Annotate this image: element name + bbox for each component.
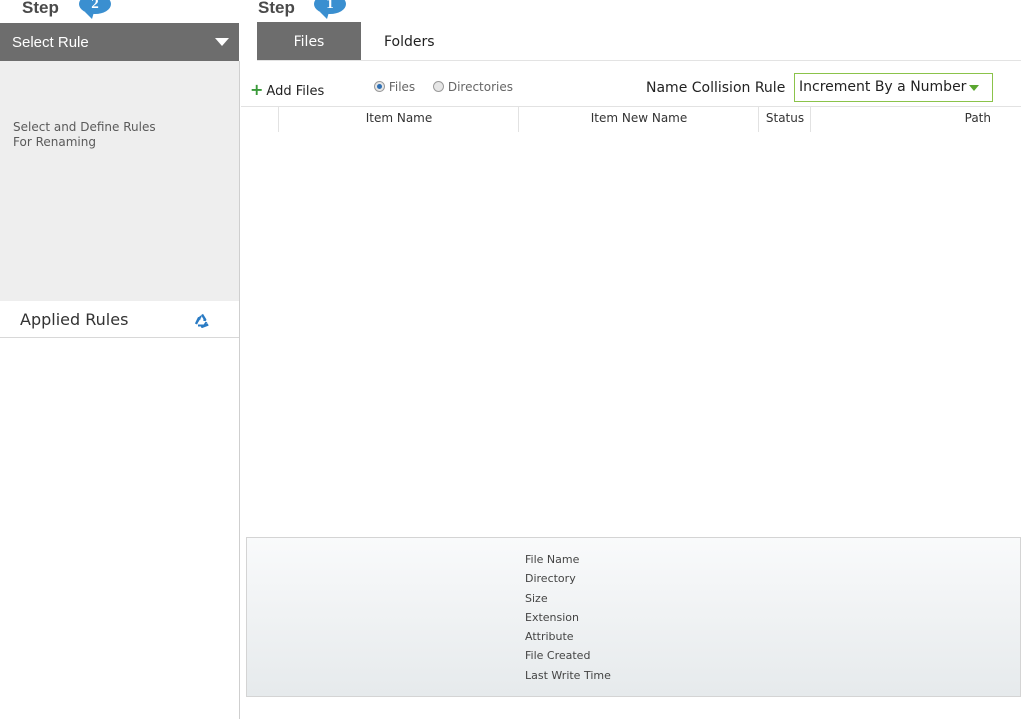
column-item-new-name[interactable]: Item New Name <box>518 107 759 132</box>
detail-size: Size <box>525 591 548 605</box>
radio-directories-label: Directories <box>447 80 514 94</box>
select-rule-dropdown[interactable]: Select Rule <box>0 23 239 61</box>
tab-files[interactable]: Files <box>257 22 361 60</box>
chevron-down-icon <box>969 85 979 91</box>
radio-directories-indicator[interactable] <box>433 81 444 92</box>
rule-description: Select and Define Rules For Renaming <box>13 120 213 150</box>
detail-attribute: Attribute <box>525 630 574 644</box>
applied-rules-label: Applied Rules <box>20 310 129 329</box>
radio-directories[interactable]: Directories <box>433 80 513 94</box>
step-1-label: Step <box>258 0 295 17</box>
name-collision-value: Increment By a Number <box>799 79 967 95</box>
add-files-button[interactable]: + Add Files <box>250 80 324 99</box>
rule-description-line2: For Renaming <box>13 135 96 149</box>
tabs-divider <box>257 60 1021 61</box>
radio-files-label: Files <box>388 80 416 94</box>
step-2-badge: 2 <box>79 0 111 19</box>
recycle-icon[interactable] <box>194 313 210 329</box>
chevron-down-icon <box>215 38 229 46</box>
plus-icon: + <box>250 80 264 99</box>
step-2-label: Step <box>22 0 59 17</box>
step-1-badge: 1 <box>314 0 346 19</box>
name-collision-dropdown[interactable]: Increment By a Number <box>794 73 993 102</box>
column-status[interactable]: Status <box>758 107 811 132</box>
select-rule-value: Select Rule <box>12 34 89 51</box>
radio-files[interactable]: Files <box>374 80 415 94</box>
detail-last-write-time: Last Write Time <box>525 668 611 682</box>
detail-extension: Extension <box>525 610 580 624</box>
file-details-panel <box>246 537 1021 697</box>
add-files-label: Add Files <box>266 84 325 99</box>
detail-file-created: File Created <box>525 649 591 663</box>
rule-description-line1: Select and Define Rules <box>13 120 156 134</box>
grid-header-indicator <box>241 107 278 132</box>
detail-file-name: File Name <box>525 553 580 566</box>
column-path[interactable]: Path <box>810 107 991 132</box>
name-collision-label: Name Collision Rule <box>646 80 786 96</box>
rule-definition-panel <box>0 61 239 301</box>
radio-files-indicator[interactable] <box>374 81 385 92</box>
detail-directory: Directory <box>525 572 576 586</box>
grid-header: Item Name Item New Name Status Path <box>241 106 1021 133</box>
column-item-name[interactable]: Item Name <box>278 107 519 132</box>
file-grid-body[interactable] <box>241 132 1021 537</box>
column-divider <box>239 61 240 719</box>
file-details-list: File Name Directory Size Extension Attri… <box>525 550 611 685</box>
tab-folders[interactable]: Folders <box>384 22 435 60</box>
